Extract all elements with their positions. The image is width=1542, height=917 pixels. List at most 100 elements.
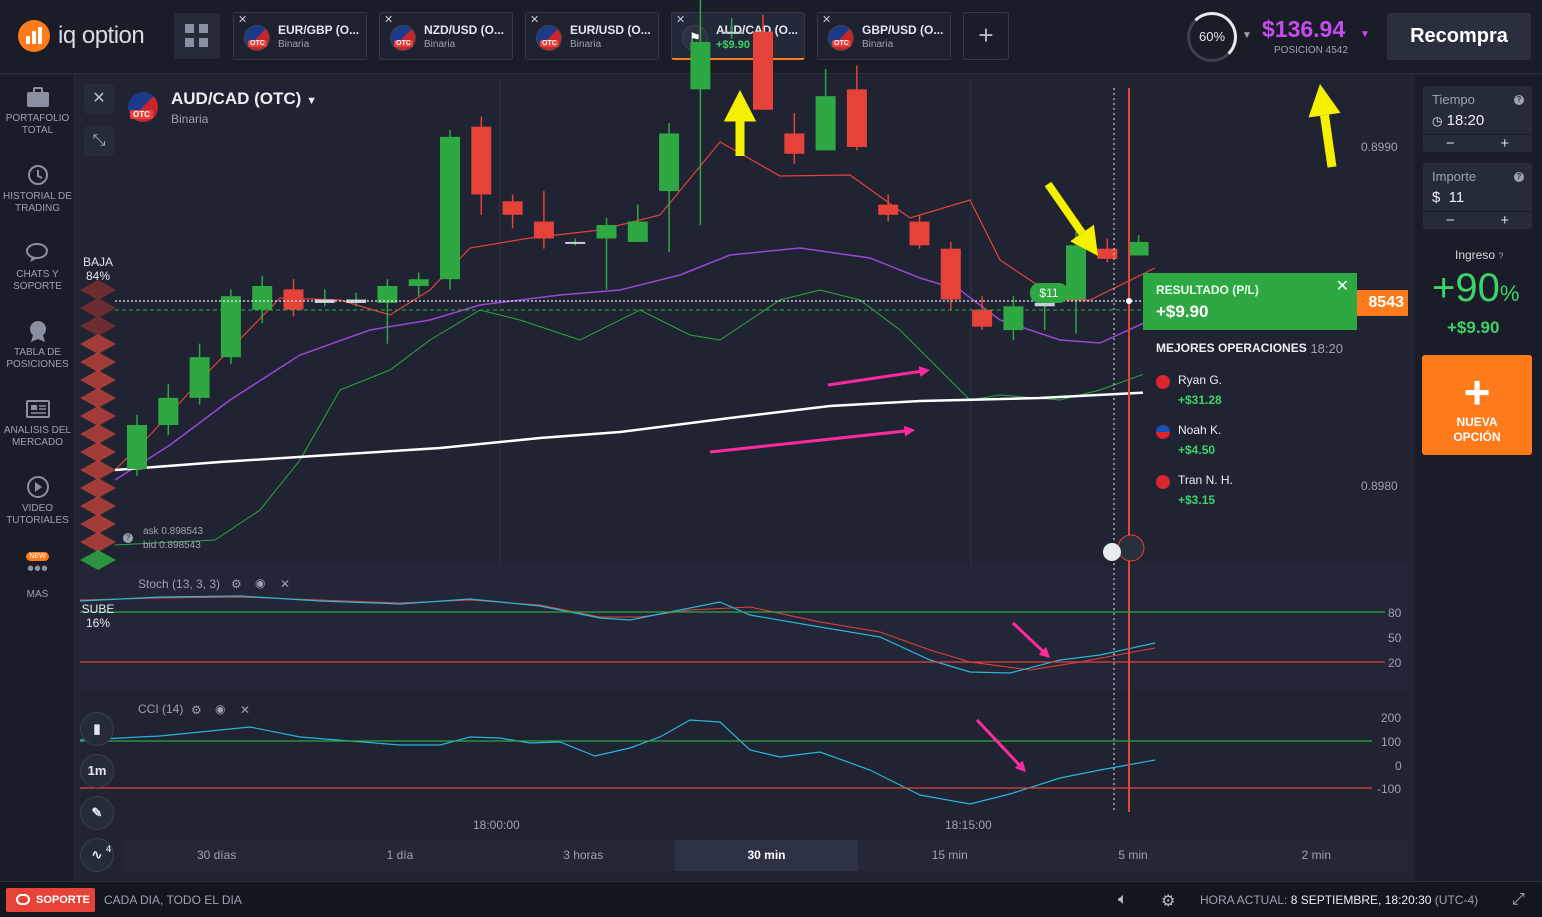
help-icon[interactable]: ? bbox=[1498, 251, 1503, 261]
volume-icon[interactable]: 🔈︎ bbox=[1118, 891, 1128, 909]
apps-grid-button[interactable] bbox=[174, 13, 220, 59]
logo[interactable]: iq option bbox=[18, 20, 145, 52]
eye-icon[interactable]: ◉ bbox=[255, 576, 265, 590]
tab-1-dia[interactable]: 1 día bbox=[308, 840, 491, 871]
tab-asset-name: EUR/USD (O... bbox=[570, 23, 651, 37]
trader-name: Noah K. bbox=[1178, 423, 1222, 437]
decrement-button[interactable]: − bbox=[1423, 135, 1478, 152]
new-option-label: OPCIÓN bbox=[1453, 430, 1501, 444]
close-icon[interactable]: ✕ bbox=[384, 13, 393, 26]
importe-value[interactable]: $ 11 bbox=[1432, 189, 1464, 206]
flag-icon bbox=[244, 25, 270, 51]
collapse-icon[interactable]: ⤡ bbox=[84, 126, 114, 156]
help-icon[interactable]: ? bbox=[1514, 95, 1524, 105]
play-icon bbox=[24, 475, 52, 499]
tab-30-dias[interactable]: 30 días bbox=[125, 840, 308, 871]
news-icon bbox=[24, 397, 52, 421]
result-amount: +$9.90 bbox=[1156, 302, 1209, 321]
close-icon[interactable]: ✕ bbox=[1336, 276, 1349, 296]
tiempo-field[interactable]: Tiempo ? ◷ 18:20 − + bbox=[1423, 86, 1532, 152]
gear-icon[interactable]: ⚙ bbox=[231, 577, 242, 591]
new-option-button[interactable]: + NUEVA OPCIÓN bbox=[1422, 355, 1532, 455]
gear-icon[interactable]: ⚙ bbox=[191, 703, 202, 717]
period-button[interactable]: 1m bbox=[80, 754, 114, 788]
sidebar-item-portafolio[interactable]: PORTAFOLIO TOTAL bbox=[0, 85, 75, 137]
asset-tab-nzdusd[interactable]: ✕ OTC NZD/USD (O... Binaria bbox=[379, 12, 513, 60]
help-icon[interactable]: ? bbox=[123, 533, 133, 543]
increment-button[interactable]: + bbox=[1478, 135, 1533, 152]
price-label-top: 0.8990 bbox=[1361, 140, 1398, 154]
sidebar-item-video[interactable]: VIDEO TUTORIALES bbox=[0, 475, 75, 527]
chevron-down-icon[interactable]: ▼ bbox=[1360, 29, 1370, 40]
logo-text: iq option bbox=[58, 22, 145, 49]
decrement-button[interactable]: − bbox=[1423, 212, 1478, 229]
close-icon[interactable]: ✕ bbox=[530, 13, 539, 26]
progress-ring[interactable]: 60% bbox=[1187, 12, 1237, 62]
tab-2-min[interactable]: 2 min bbox=[1225, 840, 1408, 871]
sidebar-item-chats[interactable]: CHATS Y SOPORTE bbox=[0, 241, 75, 293]
asset-name[interactable]: AUD/CAD (OTC) ▼ bbox=[171, 89, 317, 109]
close-icon[interactable]: ✕ bbox=[238, 13, 247, 26]
tab-3-horas[interactable]: 3 horas bbox=[492, 840, 675, 871]
increment-button[interactable]: + bbox=[1478, 212, 1533, 229]
tab-asset-type: Binaria bbox=[278, 39, 310, 50]
asset-tab-audcad[interactable]: ✕ ⚑ AUD/CAD (O... +$9.90 bbox=[671, 12, 805, 60]
pencil-icon[interactable]: ✎ bbox=[80, 796, 114, 830]
help-icon[interactable]: ? bbox=[1514, 172, 1524, 182]
indicators-button[interactable]: ∿ 4 bbox=[80, 838, 114, 872]
briefcase-icon bbox=[24, 85, 52, 109]
chevron-down-icon[interactable]: ▼ bbox=[306, 95, 317, 107]
fullscreen-icon[interactable]: ⤢ bbox=[1512, 891, 1525, 909]
balance-position: POSICION 4542 bbox=[1274, 45, 1348, 56]
list-item[interactable]: Noah K. +$4.50 bbox=[1156, 423, 1346, 463]
balance-amount[interactable]: $136.94 bbox=[1262, 16, 1345, 43]
chart-type-button[interactable]: ▮ bbox=[80, 712, 114, 746]
tab-asset-name: EUR/GBP (O... bbox=[278, 23, 360, 37]
support-button[interactable]: SOPORTE bbox=[6, 888, 95, 912]
finish-flag-icon: ⚑ bbox=[682, 25, 708, 51]
sidebar-item-tabla[interactable]: TABLA DE POSICIONES bbox=[0, 319, 75, 371]
asset-tab-gbpusd[interactable]: ✕ OTC GBP/USD (O... Binaria bbox=[817, 12, 951, 60]
trade-amount-bubble[interactable]: $11 bbox=[1030, 283, 1068, 303]
list-item[interactable]: Ryan G. +$31.28 bbox=[1156, 373, 1346, 413]
sidebar-label: CHATS Y bbox=[16, 269, 59, 280]
sidebar-label: POSICIONES bbox=[6, 359, 69, 370]
history-icon bbox=[24, 163, 52, 187]
trader-name: Ryan G. bbox=[1178, 373, 1223, 387]
sube-label: SUBE bbox=[81, 602, 115, 616]
sidebar-item-mas[interactable]: NEW ••• MAS bbox=[0, 545, 75, 601]
tab-30-min[interactable]: 30 min bbox=[674, 840, 859, 871]
gear-icon[interactable]: ⚙ bbox=[1161, 891, 1175, 911]
tab-15-min[interactable]: 15 min bbox=[858, 840, 1041, 871]
list-item[interactable]: Tran N. H. +$3.15 bbox=[1156, 473, 1346, 513]
ingreso-amount: +$9.90 bbox=[1447, 318, 1500, 337]
close-icon[interactable]: ✕ bbox=[676, 13, 685, 26]
close-icon[interactable]: ✕ bbox=[280, 577, 290, 591]
sidebar-item-historial[interactable]: HISTORIAL DE TRADING bbox=[0, 163, 75, 215]
asset-tab-eurgbp[interactable]: ✕ OTC EUR/GBP (O... Binaria bbox=[233, 12, 367, 60]
chat-icon bbox=[16, 894, 30, 905]
close-chart-button[interactable]: ✕ bbox=[84, 84, 114, 114]
sube-indicator: SUBE 16% bbox=[80, 602, 116, 630]
baja-indicator: BAJA 84% bbox=[80, 255, 116, 283]
trader-profit: +$31.28 bbox=[1178, 393, 1222, 407]
cci-level-0: 0 bbox=[1395, 759, 1402, 773]
chevron-down-icon[interactable]: ▼ bbox=[1242, 30, 1252, 41]
support-hours: CADA DIA, TODO EL DIA bbox=[104, 893, 242, 907]
sidebar-item-analisis[interactable]: ANALISIS DEL MERCADO bbox=[0, 397, 75, 449]
add-tab-button[interactable]: + bbox=[963, 12, 1009, 60]
tiempo-value[interactable]: ◷ 18:20 bbox=[1432, 112, 1484, 129]
importe-field[interactable]: Importe ? $ 11 − + bbox=[1423, 163, 1532, 229]
recompra-button[interactable]: Recompra bbox=[1387, 13, 1531, 60]
tab-5-min[interactable]: 5 min bbox=[1041, 840, 1224, 871]
eye-icon[interactable]: ◉ bbox=[215, 702, 225, 716]
sidebar-label: MAS bbox=[26, 589, 49, 600]
close-icon[interactable]: ✕ bbox=[240, 703, 250, 717]
tab-asset-type: Binaria bbox=[570, 39, 602, 50]
asset-tab-eurusd[interactable]: ✕ OTC EUR/USD (O... Binaria bbox=[525, 12, 659, 60]
new-option-label: NUEVA bbox=[1456, 415, 1498, 429]
current-price-tag: 8543 bbox=[1357, 290, 1408, 316]
top-bar: iq option ✕ OTC EUR/GBP (O... Binaria ✕ … bbox=[0, 0, 1542, 74]
tab-asset-name: AUD/CAD (O... bbox=[716, 23, 798, 37]
close-icon[interactable]: ✕ bbox=[822, 13, 831, 26]
